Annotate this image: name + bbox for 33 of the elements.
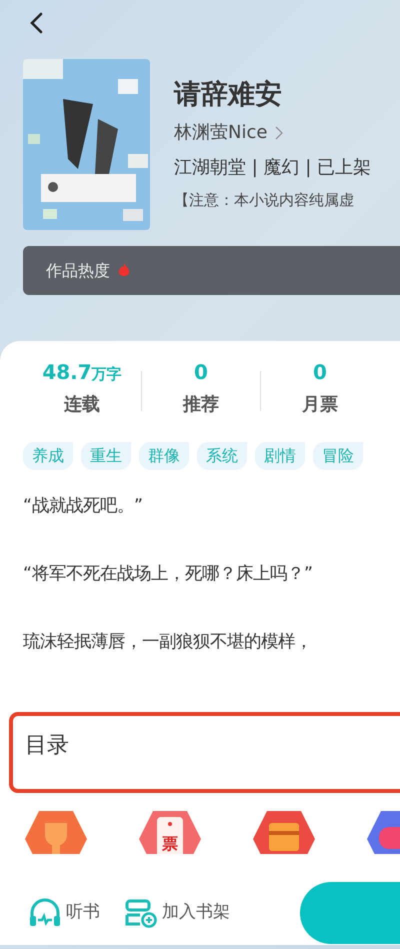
stat-label: 连载 [63,393,101,417]
add-to-shelf-button[interactable]: 加入书架 [162,900,230,926]
ticket-icon[interactable]: 票 [137,808,203,854]
headphones-icon[interactable] [28,898,62,928]
tag-chip[interactable]: 冒险 [313,442,363,470]
directory-label: 目录 [25,732,69,760]
stat-value: 0 [193,359,209,386]
book-meta: 江湖朝堂 | 魔幻 | 已上架 [174,156,372,180]
chest-icon[interactable] [251,808,317,854]
heat-label: 作品热度 [46,260,110,282]
tag-chip[interactable]: 剧情 [255,442,305,470]
excerpt-line: “将军不死在战场上，死哪？床上吗？” [23,562,314,586]
tag-chip[interactable]: 养成 [23,442,73,470]
stat-value: 0 [312,359,328,386]
excerpt-line: “战就战死吧。” [23,495,144,518]
heat-bar[interactable]: 作品热度 [23,246,400,295]
tag-chip[interactable]: 群像 [139,442,189,470]
trophy-icon[interactable] [23,808,89,854]
listen-button[interactable]: 听书 [66,900,100,926]
directory-row[interactable]: 目录 [9,712,400,793]
flame-icon [118,263,130,278]
book-title: 请辞难安 [174,79,283,112]
author-link[interactable]: 林渊萤Nice [174,119,268,146]
stat-label: 月票 [301,393,339,417]
tag-chip[interactable]: 重生 [81,442,131,470]
read-button[interactable] [300,882,400,944]
excerpt-line: 琉沫轻抿薄唇，一副狼狈不堪的模样， [23,630,313,654]
stat-label: 推荐 [182,393,220,417]
notice-text: 【注意：本小说内容纯属虚 [174,190,355,212]
add-to-shelf-icon[interactable] [124,898,158,928]
chevron-right-icon [275,126,284,140]
tag-chip[interactable]: 系统 [197,442,247,470]
stat-value: 48.7万字 [41,359,123,386]
